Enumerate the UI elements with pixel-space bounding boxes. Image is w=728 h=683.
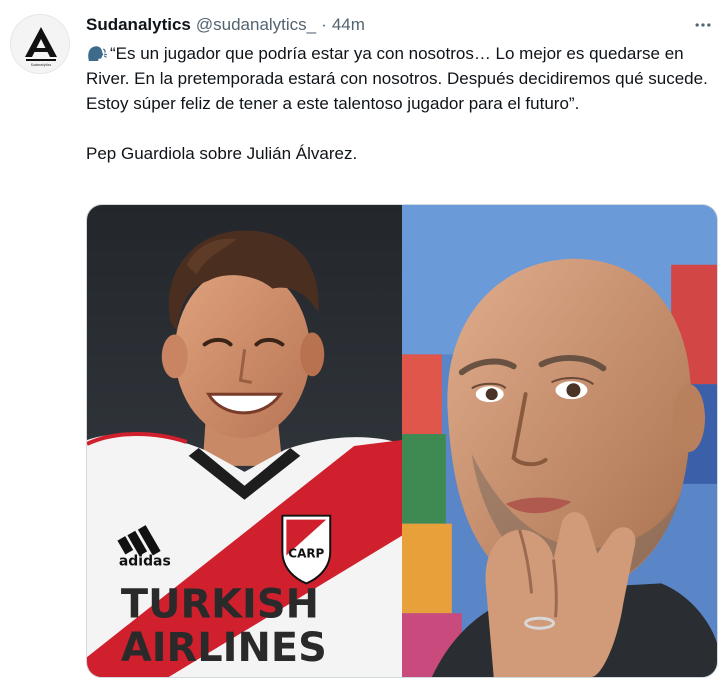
media-grid[interactable]: adidas CARP TURKISH AIRLINES — [86, 204, 718, 678]
sudanalytics-logo-icon: Sudanalytics — [11, 15, 69, 73]
more-options-icon — [695, 23, 711, 27]
more-options-button[interactable] — [690, 12, 716, 38]
quote-text: “Es un jugador que podría estar ya con n… — [86, 44, 708, 113]
tweet-header: Sudanalytics @sudanalytics_ · 44m — [86, 14, 365, 36]
separator-dot: · — [321, 15, 327, 34]
tweet-card[interactable]: Sudanalytics Sudanalytics @sudanalytics_… — [0, 0, 728, 683]
sponsor-line-1: TURKISH — [121, 581, 319, 627]
coach-illustration — [402, 205, 717, 677]
coach-photo[interactable] — [402, 205, 717, 677]
player-illustration: adidas CARP TURKISH AIRLINES — [87, 205, 402, 677]
tweet-quote-paragraph: “Es un jugador que podría estar ya con n… — [86, 41, 718, 116]
display-name[interactable]: Sudanalytics — [86, 15, 191, 35]
timestamp[interactable]: 44m — [332, 15, 365, 35]
speaking-head-icon — [86, 43, 107, 63]
user-handle[interactable]: @sudanalytics_ — [196, 15, 316, 35]
avatar[interactable]: Sudanalytics — [10, 14, 70, 74]
attribution-text: Pep Guardiola sobre Julián Álvarez. — [86, 144, 358, 163]
sponsor-line-2: AIRLINES — [121, 625, 327, 671]
player-photo[interactable]: adidas CARP TURKISH AIRLINES — [87, 205, 402, 677]
tweet-text: “Es un jugador que podría estar ya con n… — [86, 41, 718, 166]
logo-wordmark: Sudanalytics — [31, 63, 52, 67]
crest-text: CARP — [288, 547, 324, 561]
shirt-brand-text: adidas — [119, 553, 171, 569]
